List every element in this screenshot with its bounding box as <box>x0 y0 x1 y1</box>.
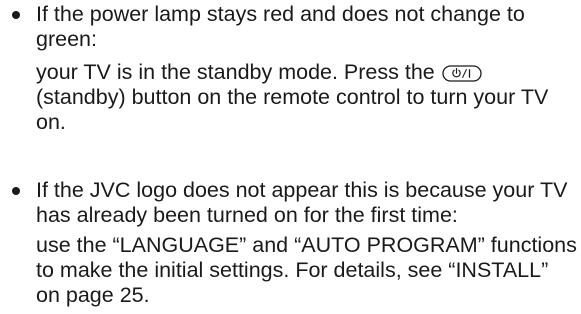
list-item-text: If the JVC logo does not appear this is … <box>36 178 578 308</box>
bullet-icon <box>12 187 20 195</box>
action-text-part-1: your TV is in the standby mode. Press th… <box>36 60 441 84</box>
condition-text: If the JVC logo does not appear this is … <box>36 178 568 227</box>
list-item-jvc-logo: If the JVC logo does not appear this is … <box>12 178 578 308</box>
action-text: use the “LANGUAGE” and “AUTO PROGRAM” fu… <box>36 233 577 307</box>
bullet-icon <box>12 11 20 19</box>
list-item-text: If the power lamp stays red and does not… <box>36 2 578 135</box>
action-text: your TV is in the standby mode. Press th… <box>36 60 578 135</box>
condition-text: If the power lamp stays red and does not… <box>36 2 525 51</box>
manual-page: If the power lamp stays red and does not… <box>0 0 581 314</box>
list-item-power-lamp: If the power lamp stays red and does not… <box>12 2 578 135</box>
standby-button-icon <box>442 65 482 82</box>
action-text-part-2: (standby) button on the remote control t… <box>36 85 549 134</box>
